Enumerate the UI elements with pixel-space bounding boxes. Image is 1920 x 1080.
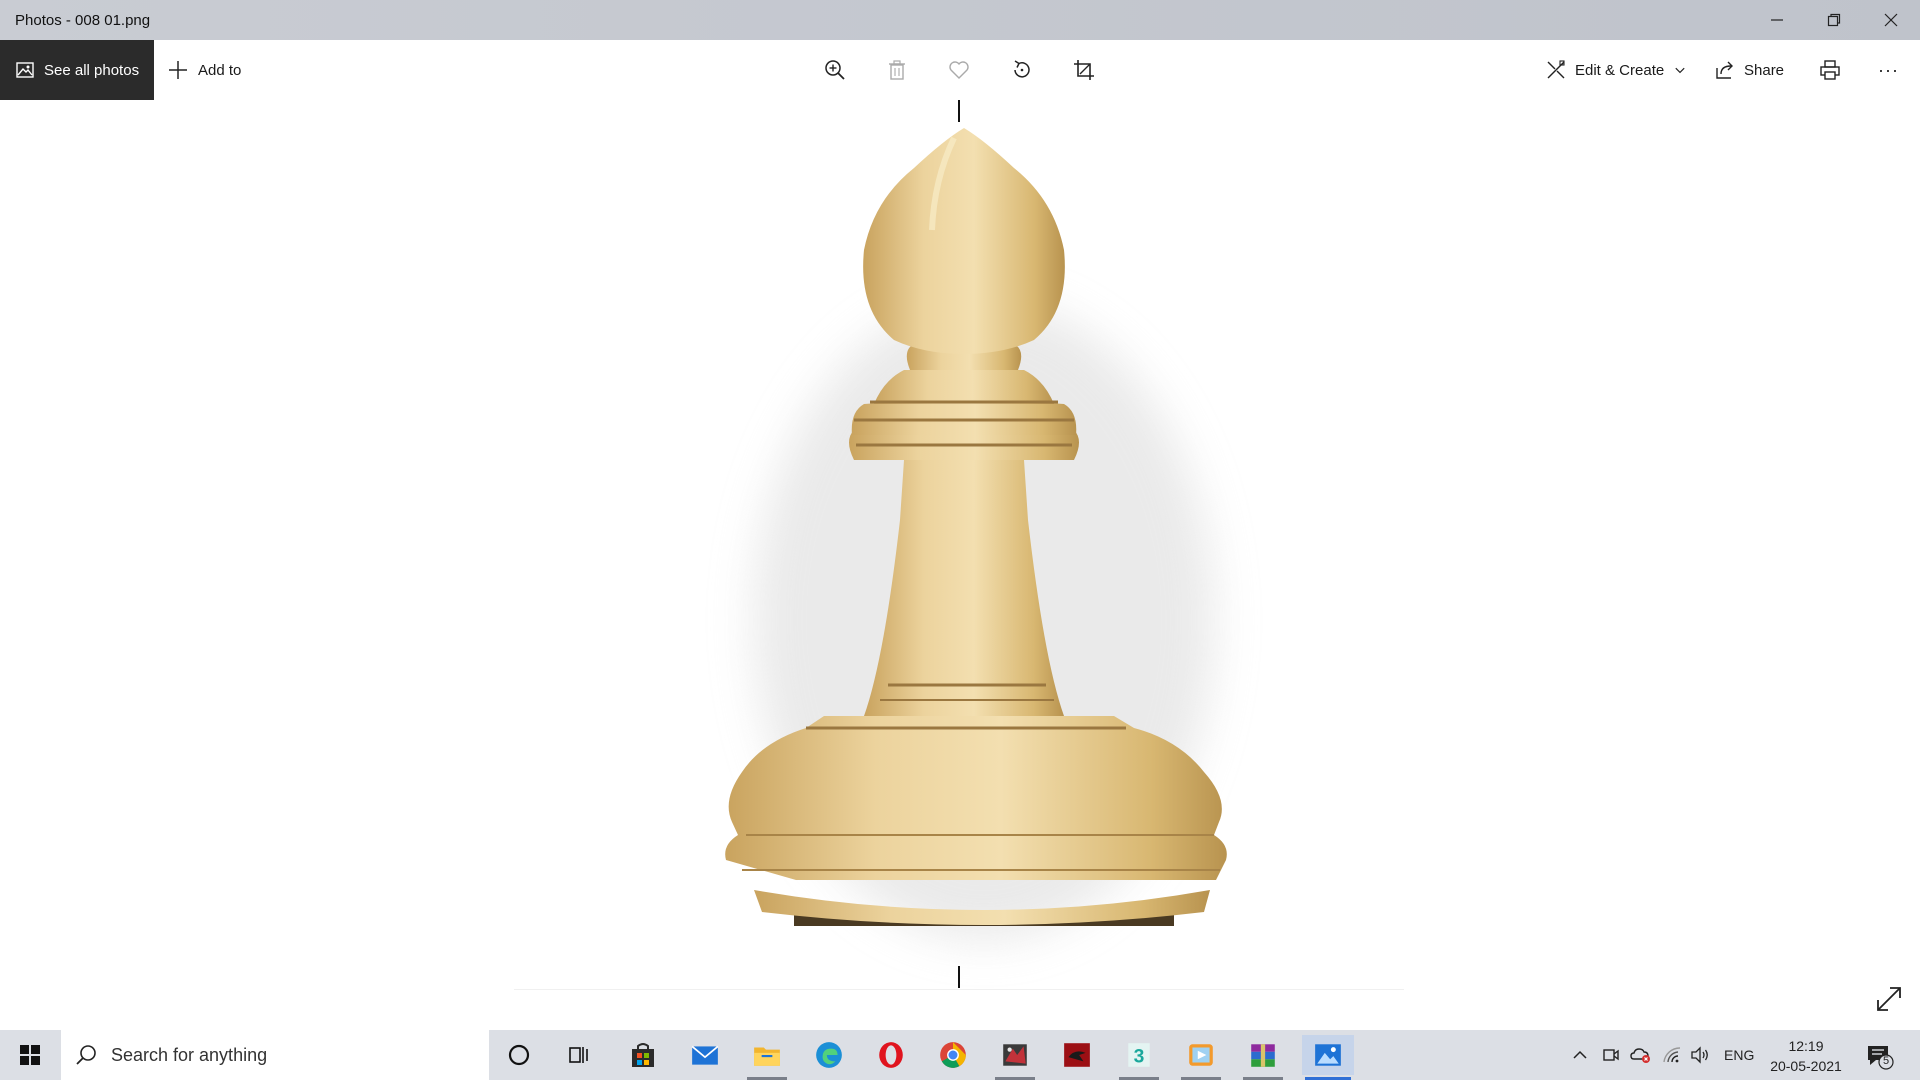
- minimize-icon: [1771, 19, 1783, 21]
- chrome-icon: [940, 1042, 966, 1068]
- taskbar-app-chrome[interactable]: [930, 1035, 976, 1075]
- tray-volume[interactable]: [1690, 1030, 1710, 1080]
- edit-create-icon: [1547, 60, 1565, 79]
- add-to-label: Add to: [198, 61, 242, 79]
- taskbar-app-store[interactable]: [620, 1035, 666, 1075]
- notification-icon: [1868, 1046, 1894, 1070]
- taskbar: Search for anything 3 ENG 12:19 20-05-20…: [0, 1030, 1920, 1080]
- mail-icon: [691, 1045, 719, 1065]
- crop-button[interactable]: [1070, 56, 1098, 84]
- tray-onedrive[interactable]: [1630, 1030, 1652, 1080]
- cortana-button[interactable]: [496, 1035, 542, 1075]
- taskbar-app-photos[interactable]: [1302, 1035, 1354, 1080]
- search-placeholder: Search for anything: [111, 1044, 268, 1065]
- opera-icon: [879, 1042, 903, 1068]
- chevron-down-icon: [1675, 67, 1685, 74]
- image-cursor-bottom: [958, 966, 960, 988]
- media-player-icon: [1189, 1044, 1213, 1066]
- clock-time: 12:19: [1788, 1038, 1824, 1054]
- printer-icon: [1820, 60, 1840, 80]
- zoom-in-icon: [825, 60, 845, 80]
- paint-3d-icon: 3: [1128, 1043, 1150, 1068]
- chevron-up-icon: [1573, 1050, 1587, 1059]
- close-icon: [1884, 13, 1898, 27]
- share-label: Share: [1744, 61, 1785, 79]
- full-screen-button[interactable]: [1874, 984, 1904, 1014]
- input-language[interactable]: ENG: [1724, 1030, 1754, 1080]
- edit-create-label: Edit & Create: [1575, 61, 1665, 79]
- task-view-icon: [569, 1047, 588, 1063]
- tray-network[interactable]: [1662, 1030, 1682, 1080]
- taskbar-app-game[interactable]: [992, 1035, 1038, 1080]
- taskbar-app-winrar[interactable]: [1240, 1035, 1286, 1080]
- print-button[interactable]: [1816, 56, 1844, 84]
- svg-text:3: 3: [1134, 1047, 1145, 1068]
- delete-button[interactable]: [883, 56, 911, 84]
- taskbar-app-paint-3d[interactable]: 3: [1116, 1035, 1162, 1080]
- taskbar-app-dark-red[interactable]: [1054, 1035, 1100, 1075]
- share-button[interactable]: Share: [1715, 40, 1784, 100]
- photo-image: [514, 100, 1404, 990]
- plus-icon: [169, 61, 187, 79]
- see-all-photos-label: See all photos: [44, 61, 140, 79]
- folder-icon: [754, 1047, 780, 1066]
- trash-icon: [889, 60, 905, 80]
- edge-icon: [816, 1042, 842, 1068]
- expand-icon: [1877, 987, 1901, 1011]
- show-hidden-icons-button[interactable]: [1572, 1030, 1588, 1080]
- minimize-button[interactable]: [1748, 0, 1806, 40]
- action-center-button[interactable]: 5: [1864, 1040, 1896, 1072]
- window-title: Photos - 008 01.png: [15, 12, 151, 29]
- camera-icon: [1603, 1049, 1619, 1061]
- speaker-icon: [1691, 1046, 1708, 1064]
- game-app-icon: [1003, 1044, 1027, 1066]
- photos-icon: [1315, 1044, 1341, 1066]
- notification-count: 5: [1882, 1055, 1890, 1067]
- photo-gallery-icon: [16, 62, 34, 78]
- restore-icon: [1827, 13, 1841, 27]
- taskbar-app-mail[interactable]: [682, 1035, 728, 1075]
- taskbar-app-file-explorer[interactable]: [744, 1035, 790, 1080]
- heart-icon: [949, 61, 969, 79]
- share-icon: [1716, 61, 1733, 79]
- wifi-icon: [1663, 1047, 1681, 1063]
- title-bar: Photos - 008 01.png: [0, 0, 1920, 40]
- task-view-button[interactable]: [556, 1035, 602, 1075]
- chess-bishop-image: [725, 128, 1227, 940]
- taskbar-app-edge[interactable]: [806, 1035, 852, 1075]
- image-cursor-top: [958, 100, 960, 122]
- system-clock[interactable]: 12:19 20-05-2021: [1766, 1036, 1846, 1076]
- cortana-icon: [508, 1044, 530, 1066]
- store-icon: [632, 1043, 654, 1067]
- photo-viewer: [0, 100, 1920, 1030]
- close-button[interactable]: [1862, 0, 1920, 40]
- start-button[interactable]: [0, 1030, 60, 1080]
- clock-date: 20-05-2021: [1770, 1058, 1842, 1074]
- red-app-icon: [1064, 1043, 1090, 1067]
- restore-button[interactable]: [1805, 0, 1863, 40]
- edit-create-button[interactable]: Edit & Create: [1546, 40, 1686, 100]
- winrar-icon: [1251, 1044, 1275, 1067]
- favorite-button[interactable]: [945, 56, 973, 84]
- crop-icon: [1074, 60, 1094, 80]
- zoom-button[interactable]: [821, 56, 849, 84]
- add-to-button[interactable]: Add to: [168, 40, 241, 100]
- taskbar-app-opera[interactable]: [868, 1035, 914, 1075]
- search-icon: [76, 1045, 96, 1065]
- windows-icon: [20, 1045, 40, 1065]
- rotate-button[interactable]: [1008, 56, 1036, 84]
- see-all-photos-button[interactable]: See all photos: [0, 40, 154, 100]
- taskbar-app-media[interactable]: [1178, 1035, 1224, 1080]
- more-options-button[interactable]: ···: [1878, 40, 1899, 100]
- rotate-icon: [1014, 60, 1030, 78]
- cloud-error-icon: [1630, 1048, 1650, 1063]
- photos-toolbar: See all photos Add to Edit & Create Shar…: [0, 40, 1920, 100]
- tray-meet-now[interactable]: [1602, 1030, 1620, 1080]
- taskbar-search-box[interactable]: Search for anything: [61, 1030, 489, 1080]
